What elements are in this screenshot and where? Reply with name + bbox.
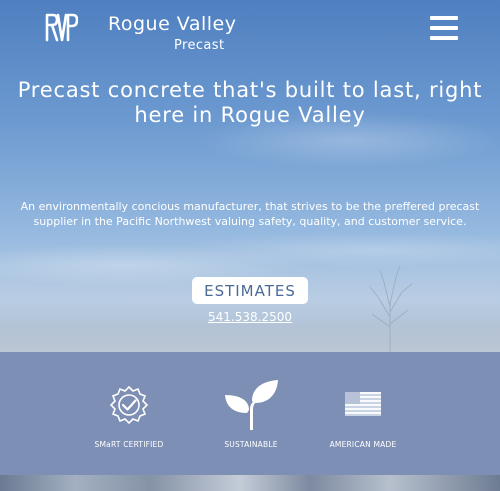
- certified-badge-icon: [109, 385, 149, 425]
- us-flag-icon: [345, 392, 381, 416]
- feature-american-made: AMERICAN MADE: [298, 352, 428, 475]
- brand-name: Rogue Valley: [108, 13, 237, 35]
- feature-label: AMERICAN MADE: [329, 440, 397, 449]
- feature-smart-certified: SMaRT CERTIFIED: [64, 352, 194, 475]
- bottom-image-strip: [0, 475, 500, 491]
- menu-bar: [430, 26, 458, 30]
- tree-silhouette: [369, 265, 413, 352]
- menu-bar: [430, 16, 458, 20]
- hero-intro: An environmentally concious manufacturer…: [20, 200, 480, 228]
- estimates-button[interactable]: ESTIMATES: [192, 277, 308, 304]
- phone-link[interactable]: 541.538.2500: [150, 310, 350, 324]
- hamburger-menu-icon[interactable]: [430, 16, 458, 40]
- rvp-logo-icon[interactable]: [44, 12, 78, 42]
- sprout-leaf-icon: [225, 380, 278, 430]
- feature-sustainable: SUSTAINABLE: [186, 352, 316, 475]
- hero-headline: Precast concrete that's built to last, r…: [17, 78, 483, 127]
- features-band: SMaRT CERTIFIED SUSTAINABLE AMERICAN MAD…: [0, 352, 500, 475]
- feature-label: SUSTAINABLE: [224, 440, 278, 449]
- feature-label: SMaRT CERTIFIED: [94, 440, 164, 449]
- brand-subtitle: Precast: [174, 38, 225, 53]
- menu-bar: [430, 36, 458, 40]
